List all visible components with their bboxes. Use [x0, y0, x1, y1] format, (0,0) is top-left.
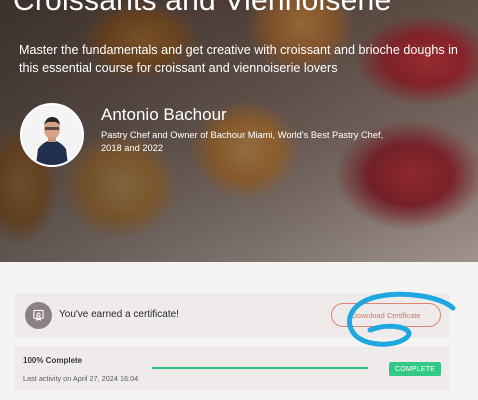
progress-bar	[152, 367, 368, 369]
progress-label: 100% Complete	[23, 356, 83, 365]
course-hero: Croissants and Viennoiserie Master the f…	[0, 0, 478, 262]
status-badge: COMPLETE	[389, 362, 441, 376]
instructor-name: Antonio Bachour	[101, 105, 227, 124]
certificate-icon	[25, 302, 52, 329]
certificate-card: You've earned a certificate! Download Ce…	[14, 293, 450, 338]
instructor-bio: Pastry Chef and Owner of Bachour Miami, …	[101, 130, 384, 153]
course-title: Croissants and Viennoiserie	[13, 0, 392, 17]
hero-content: Croissants and Viennoiserie Master the f…	[0, 0, 478, 262]
last-activity: Last activity on April 27, 2024 16:04	[23, 374, 139, 383]
download-certificate-button[interactable]: Download Certificate	[331, 303, 441, 327]
course-description: Master the fundamentals and get creative…	[19, 43, 458, 75]
progress-card: 100% Complete Last activity on April 27,…	[14, 347, 450, 391]
progress-bar-fill	[152, 367, 368, 369]
instructor-avatar	[20, 103, 84, 167]
certificate-message: You've earned a certificate!	[59, 309, 179, 320]
